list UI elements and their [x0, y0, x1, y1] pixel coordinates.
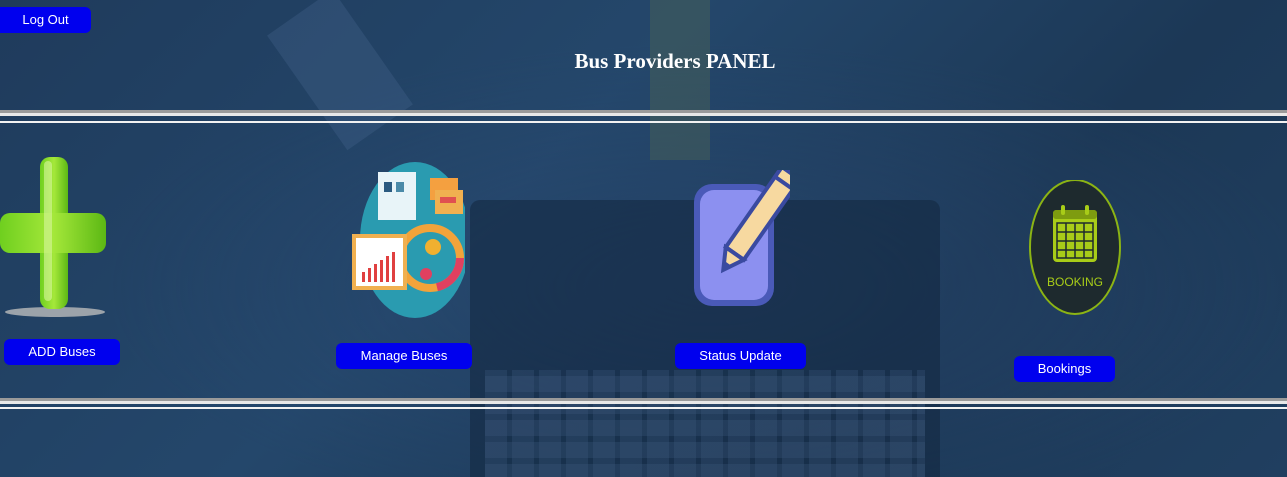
- edit-pencil-icon[interactable]: [690, 170, 790, 310]
- manage-buses-button[interactable]: Manage Buses: [336, 343, 472, 369]
- booking-calendar-icon[interactable]: BOOKING: [1028, 180, 1122, 318]
- manage-dashboard-icon[interactable]: [350, 160, 465, 320]
- bookings-button[interactable]: Bookings: [1014, 356, 1115, 382]
- booking-icon-text: BOOKING: [1047, 275, 1103, 289]
- bottom-divider: [0, 398, 1287, 404]
- page-title: Bus Providers PANEL: [574, 49, 776, 73]
- top-divider: [0, 110, 1287, 116]
- status-update-button[interactable]: Status Update: [675, 343, 806, 369]
- add-plus-icon[interactable]: [0, 155, 110, 320]
- add-buses-button[interactable]: ADD Buses: [4, 339, 120, 365]
- top-divider-line: [0, 121, 1287, 123]
- bottom-divider-line: [0, 407, 1287, 409]
- logout-button[interactable]: Log Out: [0, 7, 91, 33]
